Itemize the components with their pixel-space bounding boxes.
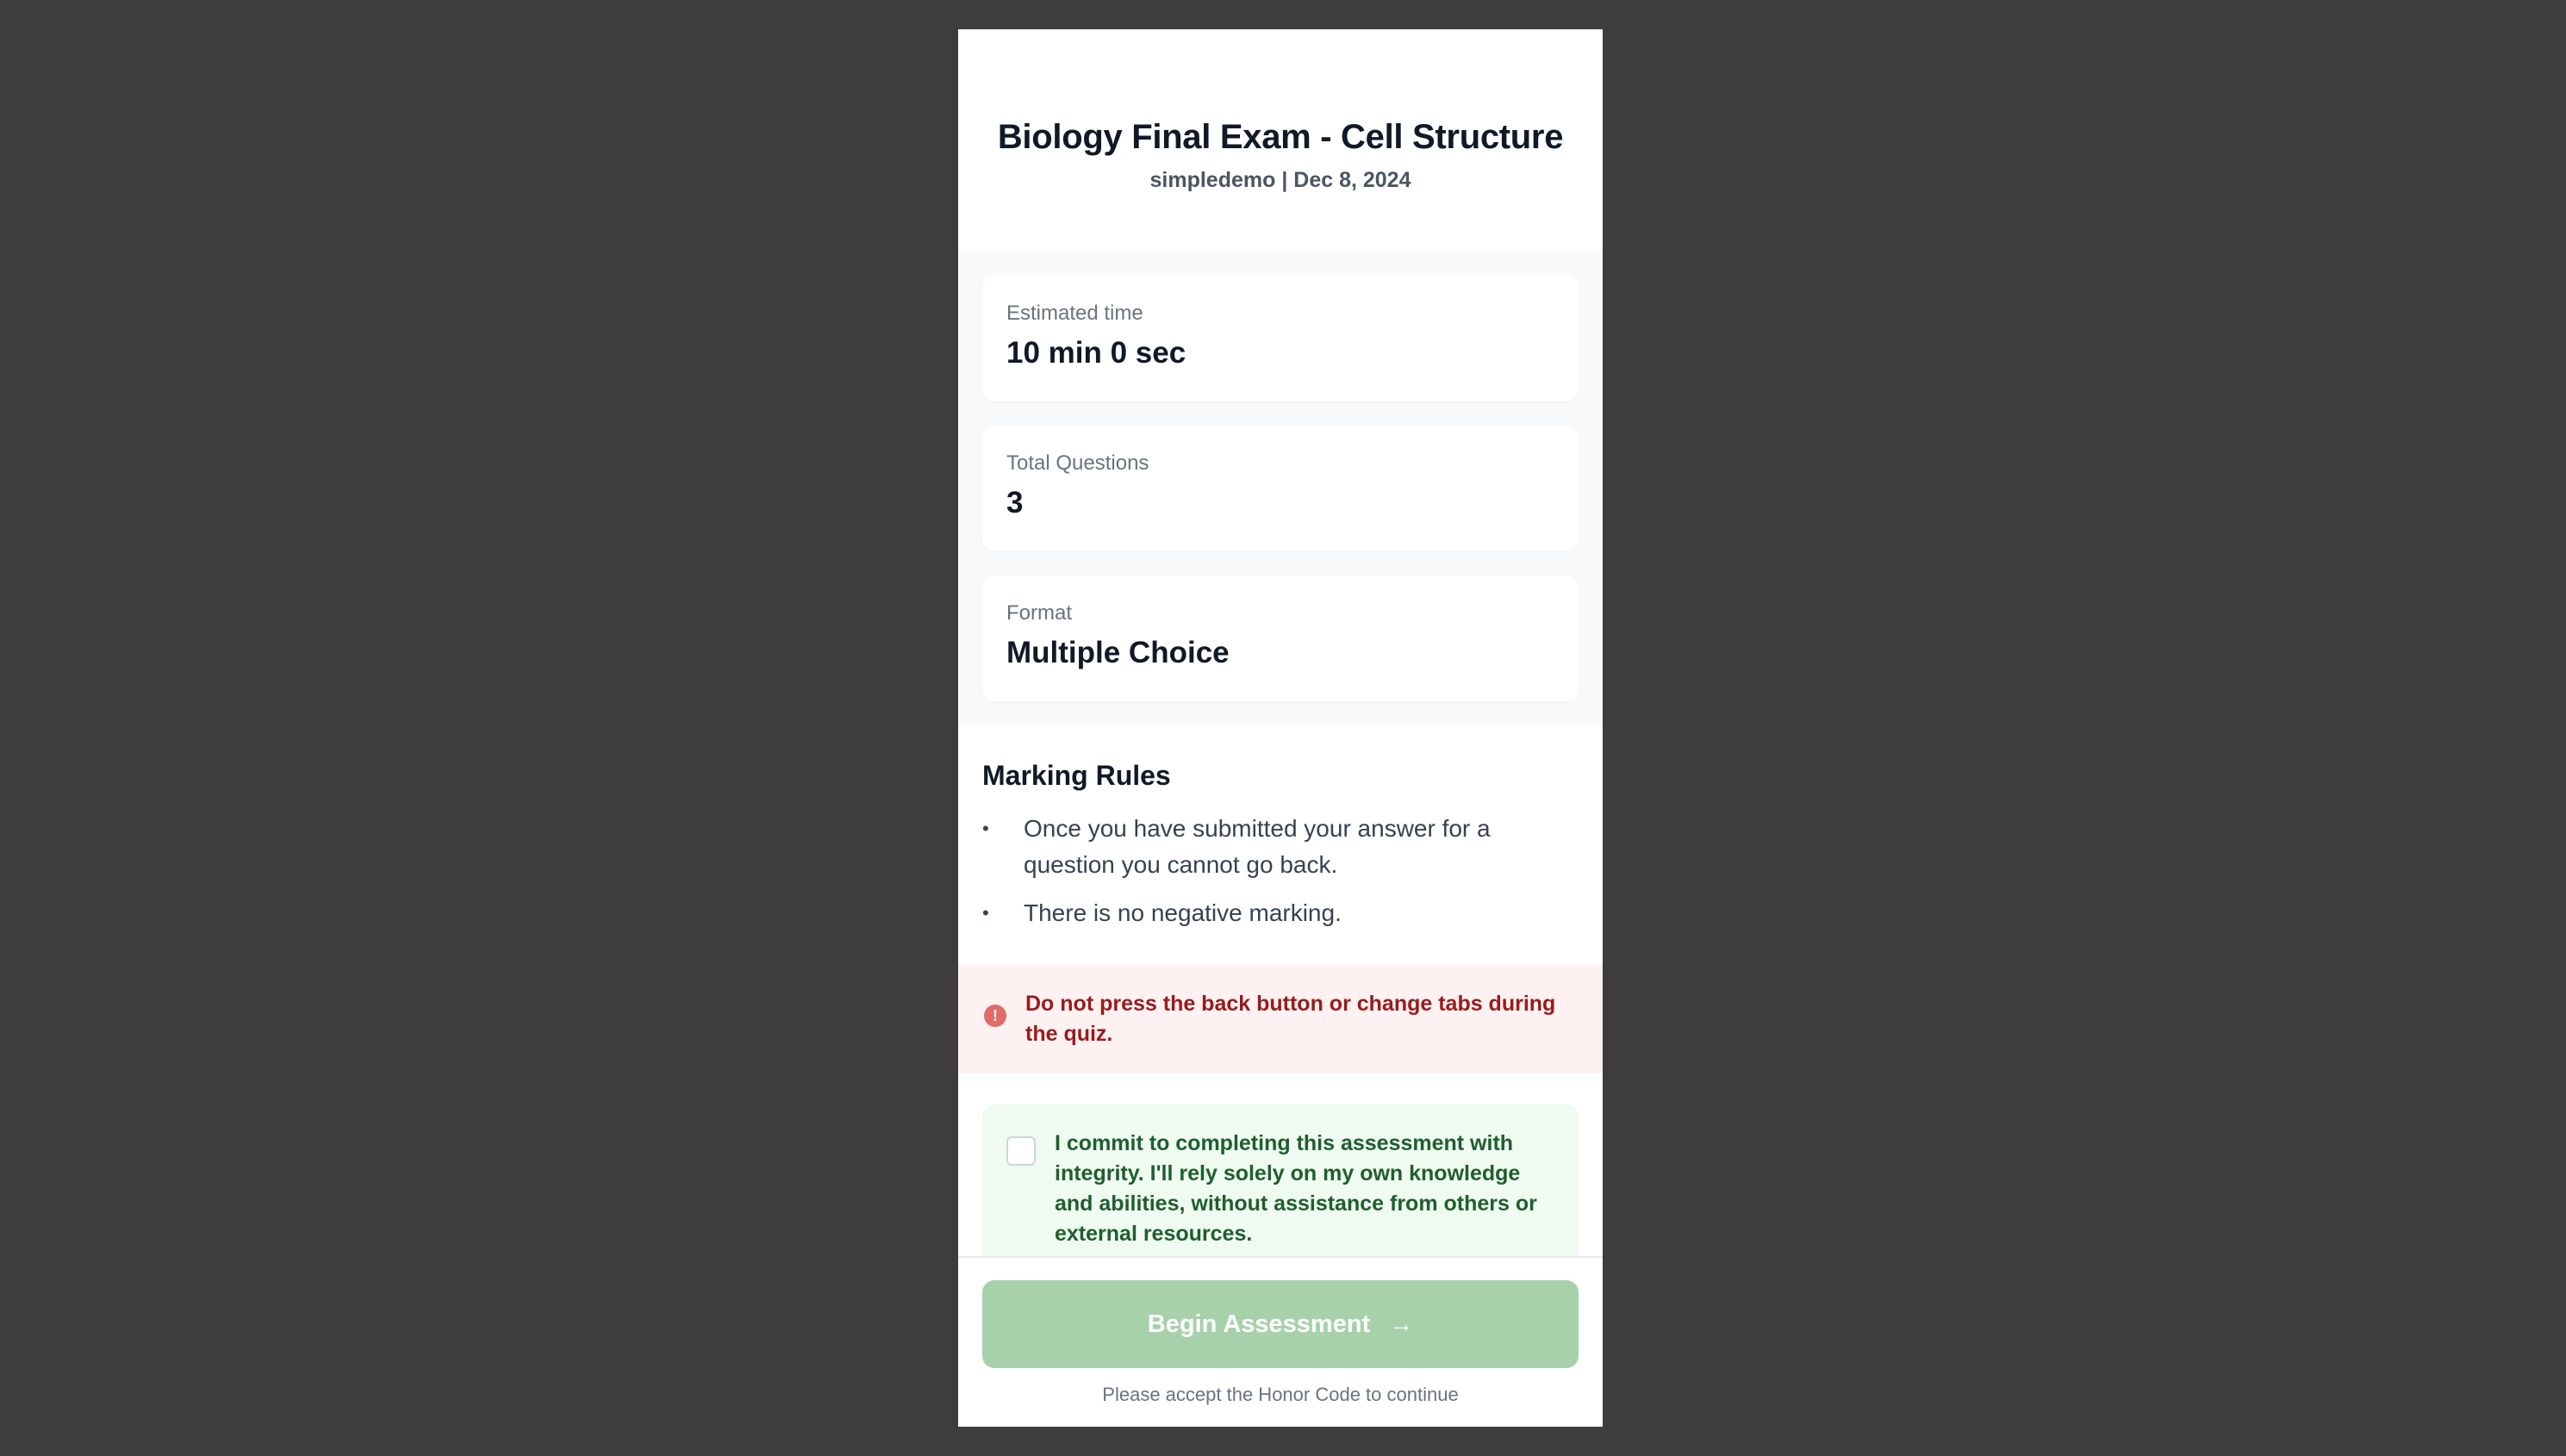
- info-value: 10 min 0 sec: [1006, 336, 1186, 370]
- rule-text: There is no negative marking.: [1024, 899, 1342, 926]
- list-item: • There is no negative marking.: [982, 895, 1579, 931]
- exam-meta: simpledemo | Dec 8, 2024: [1149, 168, 1411, 192]
- quiz-start-screen: Biology Final Exam - Cell Structure simp…: [958, 29, 1603, 1427]
- bullet: •: [982, 902, 989, 924]
- exam-info-section: Estimated time 10 min 0 sec Total Questi…: [958, 252, 1603, 725]
- button-label: Begin Assessment: [1147, 1310, 1371, 1338]
- honor-code-section: I commit to completing this assessment w…: [958, 1073, 1603, 1258]
- honor-code-checkbox[interactable]: [1006, 1136, 1036, 1166]
- honor-code-text: I commit to completing this assessment w…: [1055, 1131, 1537, 1246]
- rules-list: • Once you have submitted your answer fo…: [982, 811, 1579, 931]
- list-item: • Once you have submitted your answer fo…: [982, 811, 1579, 883]
- marking-rules: Marking Rules • Once you have submitted …: [958, 725, 1603, 965]
- exam-header: Biology Final Exam - Cell Structure simp…: [958, 29, 1603, 252]
- alert-circle-icon: !: [984, 1005, 1006, 1027]
- arrow-right-icon: →: [1389, 1310, 1414, 1337]
- format-card: Format Multiple Choice: [982, 576, 1579, 701]
- info-label: Total Questions: [1006, 451, 1149, 475]
- honor-code-card[interactable]: I commit to completing this assessment w…: [982, 1104, 1579, 1258]
- warning-text: Do not press the back button or change t…: [1025, 992, 1556, 1046]
- info-label: Format: [1006, 601, 1073, 625]
- footer: Begin Assessment → Please accept the Hon…: [958, 1256, 1603, 1427]
- info-value: 3: [1006, 486, 1024, 520]
- estimated-time-card: Estimated time 10 min 0 sec: [982, 276, 1579, 401]
- rules-title: Marking Rules: [982, 760, 1171, 791]
- rule-text: Once you have submitted your answer for …: [1024, 815, 1491, 878]
- hint-text: Please accept the Honor Code to continue: [1102, 1384, 1459, 1405]
- warning-banner: ! Do not press the back button or change…: [958, 965, 1603, 1073]
- bullet: •: [982, 818, 989, 839]
- page-title: Biology Final Exam - Cell Structure: [997, 118, 1564, 156]
- total-questions-card: Total Questions 3: [982, 426, 1579, 551]
- info-label: Estimated time: [1006, 302, 1143, 325]
- begin-assessment-button[interactable]: Begin Assessment →: [982, 1280, 1579, 1368]
- info-value: Multiple Choice: [1006, 636, 1230, 669]
